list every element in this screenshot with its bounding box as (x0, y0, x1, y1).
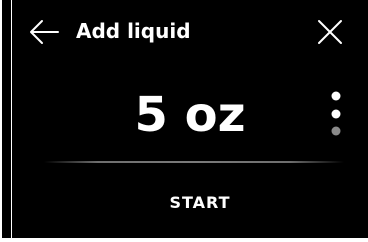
arrow-left-icon (30, 20, 59, 44)
page-dot-middle (331, 109, 341, 119)
close-icon (318, 20, 342, 44)
more-vertical-icon (331, 91, 341, 136)
amount-display: 5 oz (12, 82, 368, 148)
amount-value: 5 oz (134, 87, 246, 143)
more-options-button[interactable] (326, 88, 346, 140)
appliance-screen: Add liquid 5 oz START (0, 0, 368, 242)
back-button[interactable] (28, 18, 60, 46)
page-dot-inactive (331, 126, 341, 136)
start-button[interactable]: START (120, 184, 280, 222)
screen-bezel-left-inner (2, 0, 11, 242)
close-button[interactable] (316, 18, 344, 46)
page-dot-active (331, 91, 341, 101)
page-title: Add liquid (76, 19, 191, 43)
divider (44, 161, 344, 163)
screen-bezel-bottom (0, 238, 368, 242)
